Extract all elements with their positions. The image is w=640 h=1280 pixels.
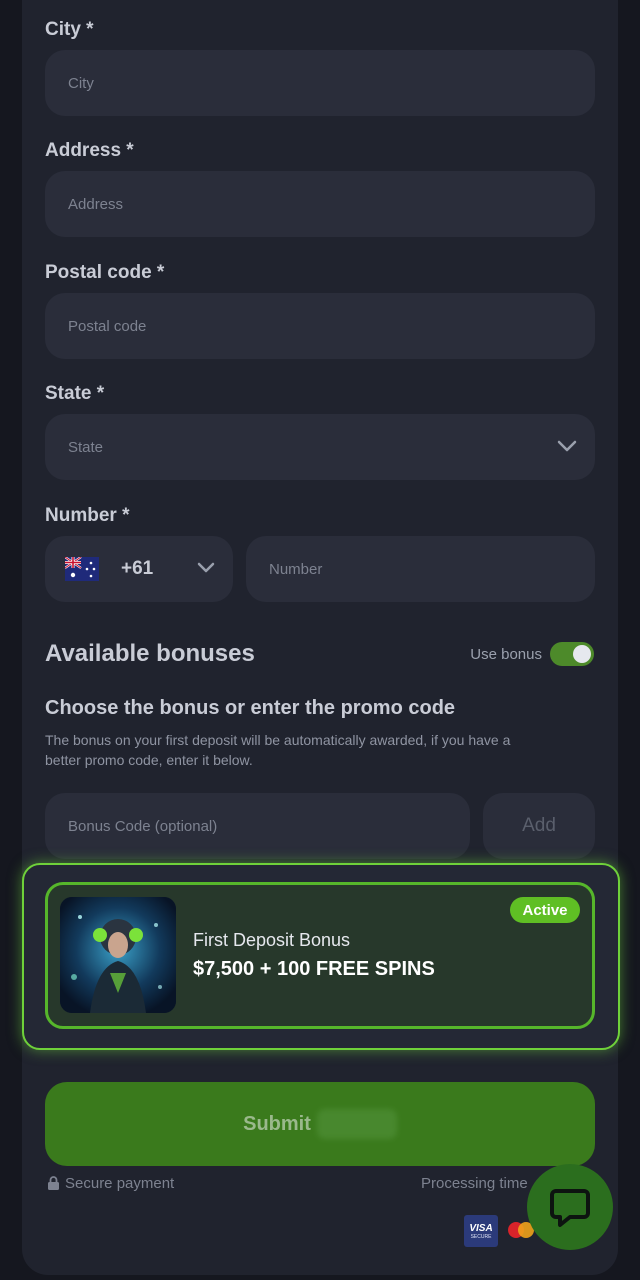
chevron-down-icon xyxy=(557,440,577,452)
secure-payment-note: Secure payment xyxy=(47,1175,174,1192)
processing-time-label: Processing time xyxy=(421,1175,528,1192)
blurred-amount xyxy=(316,1109,397,1139)
visa-secure-logo: VISA SECURE xyxy=(464,1215,498,1247)
use-bonus-label: Use bonus xyxy=(470,645,542,663)
add-code-label: Add xyxy=(522,815,556,836)
bonus-character-illustration xyxy=(60,897,176,1013)
submit-button[interactable]: Submit xyxy=(45,1082,595,1166)
visa-text: VISA xyxy=(469,1222,493,1234)
country-code-select[interactable]: +61 xyxy=(45,536,233,602)
bonus-offer: $7,500 + 100 FREE SPINS xyxy=(193,958,435,980)
active-badge: Active xyxy=(510,897,580,923)
chat-bubble-icon xyxy=(550,1189,590,1227)
use-bonus-toggle-wrap: Use bonus xyxy=(470,642,594,666)
australia-flag-icon xyxy=(65,557,99,581)
available-bonuses-heading: Available bonuses xyxy=(45,640,255,667)
state-label: State * xyxy=(45,383,105,404)
add-code-button[interactable]: Add xyxy=(483,793,595,859)
number-label: Number * xyxy=(45,505,130,526)
postal-code-placeholder: Postal code xyxy=(68,317,147,335)
bonus-description-line2: better promo code, enter it below. xyxy=(45,752,253,768)
live-chat-button[interactable] xyxy=(527,1164,613,1250)
bonus-artwork-image xyxy=(60,897,176,1013)
visa-secure-text: SECURE xyxy=(470,1233,492,1240)
phone-number-placeholder: Number xyxy=(269,560,323,578)
state-placeholder: State xyxy=(68,438,104,456)
city-label: City * xyxy=(45,19,94,40)
postal-code-label: Postal code * xyxy=(45,262,165,283)
bonus-code-placeholder: Bonus Code (optional) xyxy=(68,817,218,835)
city-placeholder: City xyxy=(68,74,94,92)
state-select[interactable]: State xyxy=(45,414,595,480)
country-code-value: +61 xyxy=(121,558,154,579)
postal-code-input[interactable]: Postal code xyxy=(45,293,595,359)
use-bonus-toggle[interactable] xyxy=(550,642,594,666)
bonus-code-input[interactable]: Bonus Code (optional) xyxy=(45,793,470,859)
address-input[interactable]: Address xyxy=(45,171,595,237)
toggle-knob xyxy=(573,645,591,663)
city-input[interactable]: City xyxy=(45,50,595,116)
bonus-title: First Deposit Bonus xyxy=(193,930,351,950)
phone-number-input[interactable]: Number xyxy=(246,536,595,602)
address-label: Address * xyxy=(45,140,134,161)
bonus-subheading: Choose the bonus or enter the promo code xyxy=(45,697,456,719)
chevron-down-icon xyxy=(197,562,215,573)
address-placeholder: Address xyxy=(68,195,124,213)
lock-icon xyxy=(48,1176,59,1190)
submit-label: Submit xyxy=(243,1112,311,1135)
bonus-description-line1: The bonus on your first deposit will be … xyxy=(45,732,511,748)
secure-payment-label: Secure payment xyxy=(65,1175,175,1192)
bonus-description: The bonus on your first deposit will be … xyxy=(45,730,510,770)
